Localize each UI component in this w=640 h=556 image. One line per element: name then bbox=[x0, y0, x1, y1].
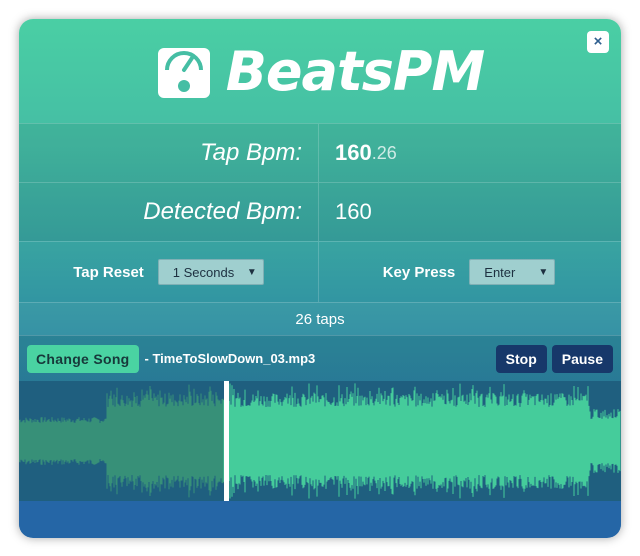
settings-row: Tap Reset 1 Seconds ▼ Key Press Enter ▼ bbox=[19, 241, 621, 302]
player-bar: Change Song - TimeToSlowDown_03.mp3 Stop… bbox=[19, 335, 621, 381]
playhead-cursor[interactable] bbox=[224, 381, 229, 501]
tap-bpm-row: Tap Bpm: 160.26 bbox=[19, 123, 621, 182]
tap-reset-select[interactable]: 1 Seconds ▼ bbox=[157, 259, 264, 285]
tap-bpm-value: 160.26 bbox=[319, 124, 397, 182]
tap-reset-value: 1 Seconds bbox=[172, 264, 235, 280]
tap-bpm-label: Tap Bpm: bbox=[19, 124, 319, 182]
tap-reset-label: Tap Reset bbox=[73, 263, 144, 281]
chevron-down-icon: ▼ bbox=[538, 266, 549, 278]
chevron-down-icon: ▼ bbox=[246, 266, 257, 278]
pause-button[interactable]: Pause bbox=[551, 344, 613, 373]
waveform[interactable] bbox=[19, 381, 621, 501]
detected-bpm-label: Detected Bpm: bbox=[19, 183, 319, 241]
app-title: BeatsPM bbox=[225, 39, 485, 103]
key-press-label: Key Press bbox=[382, 263, 456, 281]
change-song-button[interactable]: Change Song bbox=[27, 344, 139, 373]
speedometer-icon bbox=[157, 48, 210, 98]
detected-bpm-value: 160 bbox=[335, 199, 372, 224]
detected-bpm-row: Detected Bpm: 160 bbox=[19, 182, 621, 241]
key-press-select[interactable]: Enter ▼ bbox=[469, 259, 556, 285]
tap-reset-setting: Tap Reset 1 Seconds ▼ bbox=[19, 242, 319, 302]
stop-button[interactable]: Stop bbox=[495, 344, 547, 373]
footer-bar bbox=[19, 501, 621, 537]
key-press-setting: Key Press Enter ▼ bbox=[319, 242, 619, 302]
app-window: × BeatsPM Tap Bpm: 160.26 Detected Bpm: … bbox=[19, 19, 621, 538]
tap-bpm-integer: 160 bbox=[335, 140, 372, 165]
key-press-value: Enter bbox=[484, 264, 516, 280]
waveform-canvas[interactable] bbox=[19, 381, 621, 501]
taps-count: 26 taps bbox=[19, 302, 621, 335]
tap-bpm-decimal: .26 bbox=[371, 142, 397, 163]
close-icon[interactable]: × bbox=[587, 31, 609, 53]
song-name: - TimeToSlowDown_03.mp3 bbox=[144, 351, 316, 366]
app-header: BeatsPM bbox=[19, 19, 621, 123]
